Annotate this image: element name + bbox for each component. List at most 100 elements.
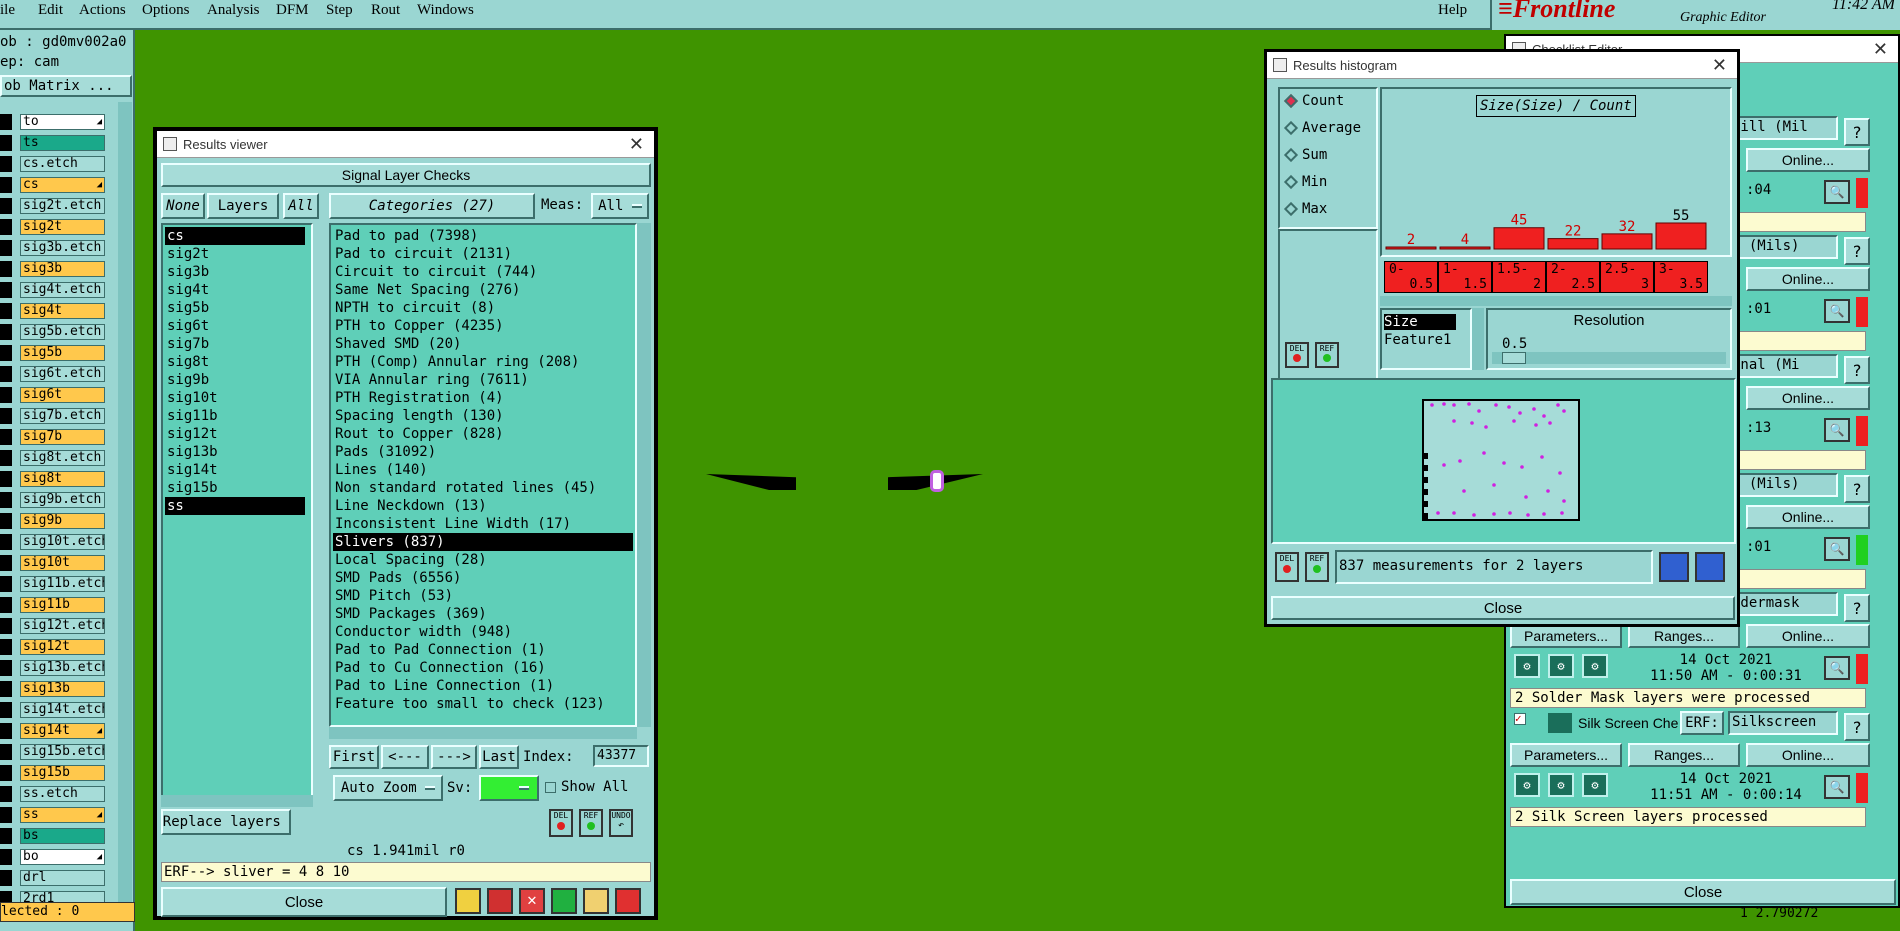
layer-name[interactable]: ss.etch bbox=[20, 786, 105, 802]
layer-swatch[interactable] bbox=[0, 408, 12, 424]
layer-name[interactable]: sig14t bbox=[20, 723, 105, 739]
layer-row[interactable]: sig6t.etch bbox=[0, 365, 105, 383]
delete-tool-icon[interactable]: ✕ bbox=[519, 888, 545, 914]
category-item[interactable]: PTH Registration (4) bbox=[333, 389, 633, 407]
zoom-icon[interactable]: 🔍 bbox=[1824, 299, 1850, 323]
category-item[interactable]: Inconsistent Line Width (17) bbox=[333, 515, 633, 533]
close-icon[interactable]: ✕ bbox=[629, 134, 644, 155]
run-icon[interactable]: ⚙ bbox=[1514, 773, 1540, 797]
layer-list-item[interactable]: ss bbox=[165, 497, 305, 515]
layer-list-item[interactable]: sig8t bbox=[165, 353, 305, 371]
category-item[interactable]: Circuit to circuit (744) bbox=[333, 263, 633, 281]
mode-radio[interactable]: Average bbox=[1283, 120, 1361, 136]
preview-del-button[interactable]: DEL bbox=[1275, 552, 1299, 582]
layer-row[interactable]: sig2t.etch bbox=[0, 197, 105, 215]
online-button[interactable]: Online... bbox=[1746, 624, 1870, 648]
histogram-bar[interactable] bbox=[1493, 227, 1545, 250]
layer-swatch[interactable] bbox=[0, 576, 12, 592]
layer-row[interactable]: sig12t bbox=[0, 638, 105, 656]
layer-row[interactable]: cs.etch bbox=[0, 155, 105, 173]
layer-row[interactable]: sig10t.etch bbox=[0, 533, 105, 551]
layer-name[interactable]: sig12t.etch bbox=[20, 618, 105, 634]
layer-row[interactable]: to ◢ bbox=[0, 113, 105, 131]
mode-radio[interactable]: Max bbox=[1283, 201, 1327, 217]
mode-radio[interactable]: Min bbox=[1283, 174, 1327, 190]
online-button[interactable]: Online... bbox=[1746, 743, 1870, 767]
help-button[interactable]: ? bbox=[1844, 713, 1870, 741]
close-icon[interactable]: ✕ bbox=[1873, 39, 1888, 60]
layer-name[interactable]: sig2t bbox=[20, 219, 105, 235]
histogram-bar[interactable] bbox=[1601, 233, 1653, 250]
category-item[interactable]: SMD Pitch (53) bbox=[333, 587, 633, 605]
zoom-to-measure-icon[interactable] bbox=[1659, 552, 1689, 582]
layer-name[interactable]: sig5b.etch bbox=[20, 324, 105, 340]
category-item[interactable]: Pad to Pad Connection (1) bbox=[333, 641, 633, 659]
layer-name[interactable]: ts bbox=[20, 135, 105, 151]
layer-row[interactable]: sig2t bbox=[0, 218, 105, 236]
layer-list-item[interactable]: sig14t bbox=[165, 461, 305, 479]
field-size[interactable]: Size bbox=[1384, 314, 1456, 330]
mode-radio[interactable]: Count bbox=[1283, 93, 1344, 109]
flag-tool-icon[interactable] bbox=[455, 888, 481, 914]
layer-name[interactable]: drl bbox=[20, 870, 105, 886]
category-item[interactable]: PTH (Comp) Annular ring (208) bbox=[333, 353, 633, 371]
category-item[interactable]: NPTH to circuit (8) bbox=[333, 299, 633, 317]
report-tool-icon[interactable] bbox=[583, 888, 609, 914]
layer-swatch[interactable] bbox=[0, 639, 12, 655]
category-item[interactable]: Line Neckdown (13) bbox=[333, 497, 633, 515]
layer-list-item[interactable]: sig10t bbox=[165, 389, 305, 407]
bins-hscroll[interactable] bbox=[1380, 296, 1732, 306]
layer-row[interactable]: ss ◢ bbox=[0, 806, 105, 824]
layer-name[interactable]: sig10t.etch bbox=[20, 534, 105, 550]
layer-name[interactable]: sig13b.etch bbox=[20, 660, 105, 676]
layer-row[interactable]: sig15b.etch bbox=[0, 743, 105, 761]
category-item[interactable]: Local Spacing (28) bbox=[333, 551, 633, 569]
layer-row[interactable]: sig9b bbox=[0, 512, 105, 530]
layer-swatch[interactable] bbox=[0, 471, 12, 487]
layer-list-item[interactable]: sig9b bbox=[165, 371, 305, 389]
layer-row[interactable]: drl bbox=[0, 869, 105, 887]
layer-name[interactable]: sig3b bbox=[20, 261, 105, 277]
layer-name[interactable]: sig14t.etch bbox=[20, 702, 105, 718]
layer-list-item[interactable]: sig11b bbox=[165, 407, 305, 425]
layer-swatch[interactable] bbox=[0, 135, 12, 151]
layer-list-item[interactable]: sig3b bbox=[165, 263, 305, 281]
layer-list-item[interactable]: sig4t bbox=[165, 281, 305, 299]
layer-row[interactable]: sig3b.etch bbox=[0, 239, 105, 257]
menu-dfm[interactable]: DFM bbox=[276, 2, 309, 19]
layer-swatch[interactable] bbox=[0, 744, 12, 760]
layer-row[interactable]: sig13b.etch bbox=[0, 659, 105, 677]
parameters-button[interactable]: Parameters... bbox=[1510, 743, 1622, 767]
layer-name[interactable]: sig4t.etch bbox=[20, 282, 105, 298]
erf-field[interactable]: Silkscreen bbox=[1728, 711, 1838, 735]
layer-swatch[interactable] bbox=[0, 303, 12, 319]
menu-edit[interactable]: Edit bbox=[38, 2, 63, 19]
layer-row[interactable]: sig3b bbox=[0, 260, 105, 278]
layer-list-hscroll[interactable] bbox=[161, 795, 313, 807]
layer-row[interactable]: sig14t ◢ bbox=[0, 722, 105, 740]
prev-button[interactable]: <--- bbox=[381, 745, 429, 769]
layer-name[interactable]: sig12t bbox=[20, 639, 105, 655]
mode-radio[interactable]: Sum bbox=[1283, 147, 1327, 163]
online-button[interactable]: Online... bbox=[1746, 267, 1870, 291]
last-button[interactable]: Last bbox=[479, 745, 519, 769]
layer-name[interactable]: sig9b bbox=[20, 513, 105, 529]
layer-swatch[interactable] bbox=[0, 807, 12, 823]
layer-name[interactable]: sig15b bbox=[20, 765, 105, 781]
chart-tool-icon[interactable] bbox=[615, 888, 641, 914]
layer-row[interactable]: sig13b bbox=[0, 680, 105, 698]
categories-button[interactable]: Categories (27) bbox=[329, 193, 535, 219]
layer-name[interactable]: sig3b.etch bbox=[20, 240, 105, 256]
layer-name[interactable]: sig8t bbox=[20, 471, 105, 487]
erf-field[interactable]: rill (Mil bbox=[1728, 116, 1838, 140]
layer-row[interactable]: sig15b bbox=[0, 764, 105, 782]
category-item[interactable]: Pad to circuit (2131) bbox=[333, 245, 633, 263]
menu-help[interactable]: Help bbox=[1438, 2, 1467, 19]
histogram-bar[interactable] bbox=[1655, 222, 1707, 250]
erf-field[interactable]: d (Mils) bbox=[1728, 235, 1838, 259]
layer-row[interactable]: sig11b.etch bbox=[0, 575, 105, 593]
replace-layers-dropdown[interactable]: Replace layers bbox=[161, 809, 291, 835]
category-item[interactable]: PTH to Copper (4235) bbox=[333, 317, 633, 335]
layer-swatch[interactable] bbox=[0, 765, 12, 781]
checklist-close-button[interactable]: Close bbox=[1510, 879, 1896, 905]
